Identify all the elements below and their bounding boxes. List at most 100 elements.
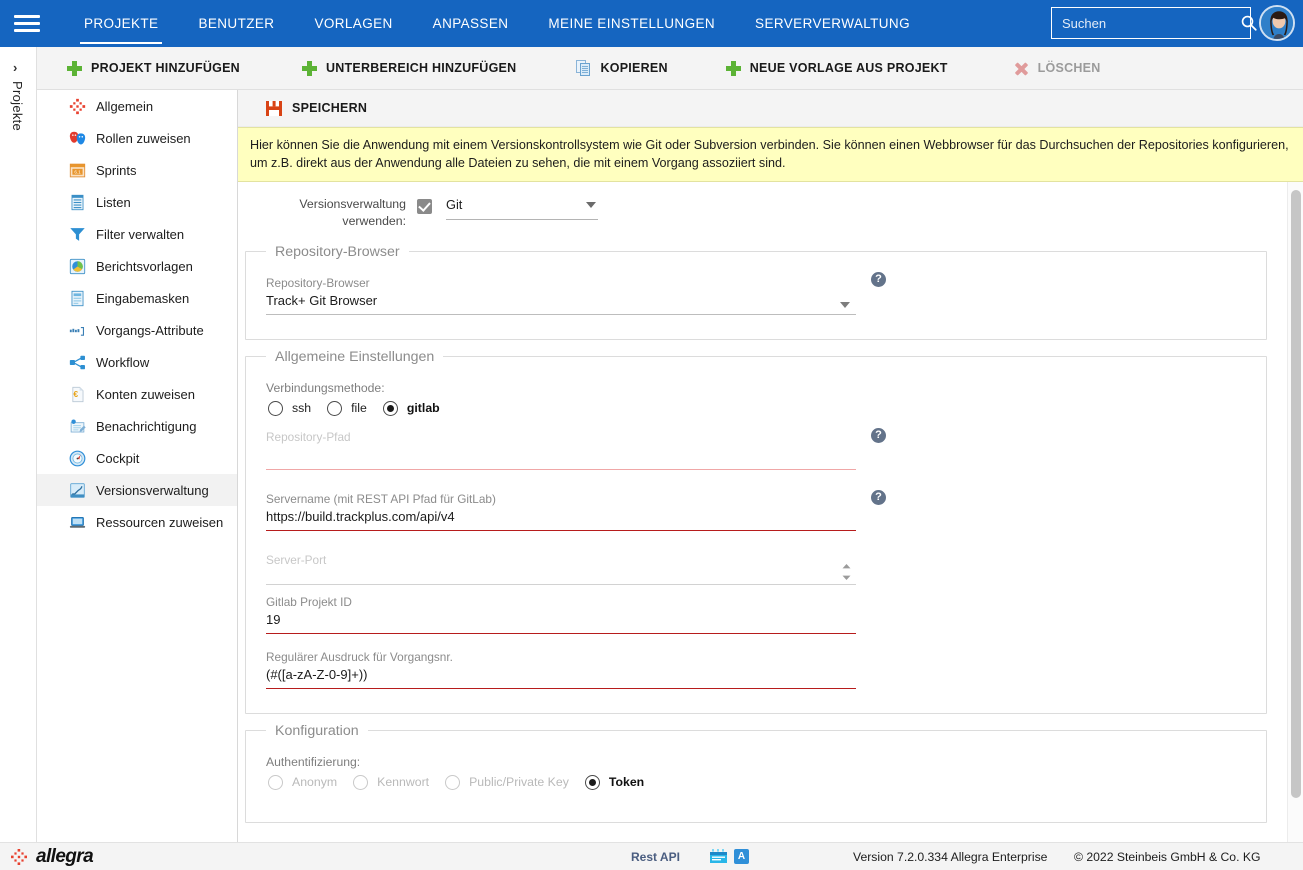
group-legend: Repository-Browser [275,243,400,260]
radio-token[interactable] [584,774,600,790]
brand-name: allegra [36,845,94,867]
field-label: Repository-Pfad [266,429,351,444]
radio-public-private-key[interactable] [445,774,461,790]
radio-gitlab[interactable] [382,400,398,416]
filter-icon [70,227,85,241]
radio-file[interactable] [327,400,343,416]
help-icon[interactable]: ? [871,271,886,287]
info-notice: Hier können Sie die Anwendung mit einem … [238,127,1303,182]
sidebar-item-filter-verwalten[interactable]: Filter verwalten [37,218,237,250]
server-name-field[interactable]: Servername (mit REST API Pfad für GitLab… [266,489,886,531]
authentication-radiogroup: Anonym Kennwort Public/Private Key Token [268,774,1244,790]
sidebar-item-label: Allgemein [96,98,154,114]
scrollbar-thumb[interactable] [1291,190,1301,798]
tab-anpassen[interactable]: ANPASSEN [413,0,529,47]
tab-meine-einstellungen[interactable]: MEINE EINSTELLUNGEN [528,0,735,47]
sidebar-item-label: Versionsverwaltung [96,482,209,498]
rail-label-projekte[interactable]: Projekte [10,81,25,131]
add-project-button[interactable]: PROJEKT HINZUFÜGEN [53,47,254,90]
footer-bar: allegra Rest API A Version 7.2.0.334 All… [0,842,1303,870]
delete-button[interactable]: LÖSCHEN [1000,47,1115,90]
group-legend: Allgemeine Einstellungen [275,348,435,365]
copy-button[interactable]: KOPIEREN [562,47,681,90]
input-forms-icon [71,290,84,306]
avatar[interactable] [1259,5,1295,41]
vcs-type-select[interactable]: Git [446,196,598,220]
sidebar-item-vorgangs-attribute[interactable]: Vorgangs-Attribute [37,314,237,346]
resources-laptop-icon [69,516,86,528]
changelog-icon[interactable] [710,849,727,864]
use-version-control-checkbox[interactable] [417,199,432,214]
vertical-scrollbar[interactable] [1287,182,1303,842]
svg-text:€: € [73,389,78,399]
tab-benutzer[interactable]: BENUTZER [178,0,294,47]
field-value: https://build.trackplus.com/api/v4 [266,508,455,524]
accounts-euro-icon: € [72,386,84,402]
tab-vorlagen[interactable]: VORLAGEN [294,0,412,47]
sidebar-item-berichtsvorlagen[interactable]: Berichtsvorlagen [37,250,237,282]
radio-label-public-private-key: Public/Private Key [469,775,569,790]
copyright-text: © 2022 Steinbeis GmbH & Co. KG [1074,849,1261,864]
connection-method-label: Verbindungsmethode: [266,380,385,395]
vcs-type-value: Git [446,197,463,212]
issue-regex-field[interactable]: Regulärer Ausdruck für Vorgangsnr. (#([a… [266,650,856,689]
sidebar-item-versionsverwaltung[interactable]: Versionsverwaltung [37,474,237,506]
sidebar-item-konten-zuweisen[interactable]: € Konten zuweisen [37,378,237,410]
form-scroll-area: Versionsverwaltung verwenden: Git Reposi… [238,182,1287,842]
radio-anonym[interactable] [268,774,283,790]
save-label: SPEICHERN [292,101,368,115]
workflow-icon [69,355,85,369]
search-box[interactable] [1051,7,1257,39]
repository-path-field[interactable]: Repository-Pfad ? [266,427,886,470]
chevron-right-icon[interactable]: › [13,60,17,75]
app-root: PROJEKTE BENUTZER VORLAGEN ANPASSEN MEIN… [0,0,1303,870]
search-input[interactable] [1060,14,1240,32]
allegra-mark-icon [11,848,27,865]
button-label: LÖSCHEN [1037,61,1101,75]
sidebar-item-allgemein[interactable]: Allgemein [37,90,237,122]
tab-label: MEINE EINSTELLUNGEN [548,16,716,31]
sidebar-item-benachrichtigung[interactable]: Benachrichtigung [37,410,237,442]
help-icon[interactable]: ? [871,427,886,443]
configuration-group: Konfiguration Authentifizierung: Anonym … [245,722,1267,823]
rest-api-link[interactable]: Rest API [631,850,680,864]
issue-attributes-icon [69,326,85,336]
tab-label: VORLAGEN [314,16,393,31]
new-template-from-project-button[interactable]: NEUE VORLAGE AUS PROJEKT [712,47,962,90]
sidebar-item-listen[interactable]: Listen [37,186,237,218]
sidebar-item-label: Cockpit [96,450,140,466]
radio-label-ssh: ssh [292,401,312,416]
radio-kennwort[interactable] [353,774,369,790]
sidebar-item-ressourcen-zuweisen[interactable]: Ressourcen zuweisen [37,506,237,538]
sidebar-item-cockpit[interactable]: Cockpit [37,442,237,474]
repository-browser-field[interactable]: Repository-Browser Track+ Git Browser ? [266,271,886,315]
help-icon[interactable]: ? [871,489,886,505]
sidebar-item-rollen-zuweisen[interactable]: Rollen zuweisen [37,122,237,154]
avatar-image [1261,7,1293,39]
radio-label-kennwort: Kennwort [377,775,430,790]
server-port-field[interactable]: Server-Port [266,553,856,585]
use-version-control-row: Versionsverwaltung verwenden: Git [238,182,1287,235]
search-icon[interactable] [1240,14,1258,32]
field-label: Gitlab Projekt ID [266,594,352,609]
radio-label-gitlab: gitlab [406,401,440,416]
sidebar-item-label: Benachrichtigung [96,418,197,434]
authentication-label: Authentifizierung: [266,754,361,769]
hamburger-icon[interactable] [14,15,56,32]
sidebar-item-eingabemasken[interactable]: Eingabemasken [37,282,237,314]
sidebar-item-label: Konten zuweisen [96,386,196,402]
sidebar-item-workflow[interactable]: Workflow [37,346,237,378]
project-config-sidebar: Allgemein Rollen zuweisen 6.1 Sprints Li… [37,90,238,842]
lists-icon [71,194,84,210]
general-settings-group: Allgemeine Einstellungen Verbindungsmeth… [245,348,1267,714]
radio-ssh[interactable] [268,400,283,416]
tab-projekte[interactable]: PROJEKTE [64,0,178,47]
add-subarea-button[interactable]: UNTERBEREICH HINZUFÜGEN [288,47,530,90]
gitlab-project-id-field[interactable]: Gitlab Projekt ID 19 [266,595,856,634]
sidebar-item-sprints[interactable]: 6.1 Sprints [37,154,237,186]
save-button[interactable]: SPEICHERN [238,90,385,127]
save-icon [266,100,282,116]
tab-serververwaltung[interactable]: SERVERVERWALTUNG [735,0,930,47]
spinner-arrows-icon[interactable] [841,563,852,581]
about-a-icon[interactable]: A [734,849,749,864]
